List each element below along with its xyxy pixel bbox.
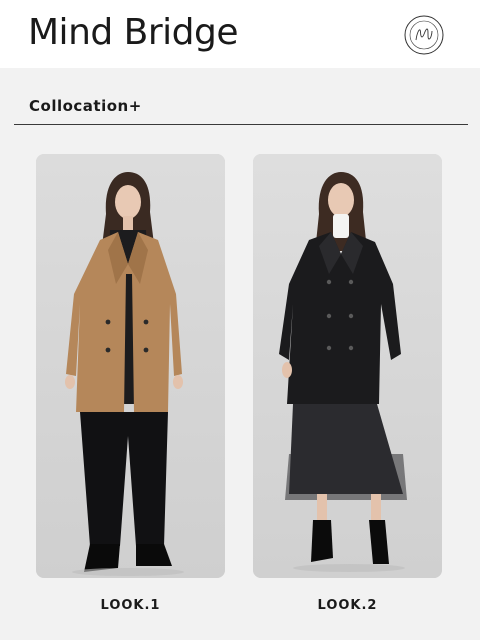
look-2-image[interactable] [253,154,442,578]
brand-logo-text[interactable]: Mind Bridge [28,12,239,53]
look-1-image[interactable] [36,154,225,578]
header-bar: Mind Bridge [0,0,480,68]
look-1-label: LOOK.1 [100,598,161,613]
section-title: Collocation+ [29,97,142,115]
section-divider [14,124,468,125]
brand-seal-icon [404,15,444,55]
look-2-label: LOOK.2 [317,598,378,613]
